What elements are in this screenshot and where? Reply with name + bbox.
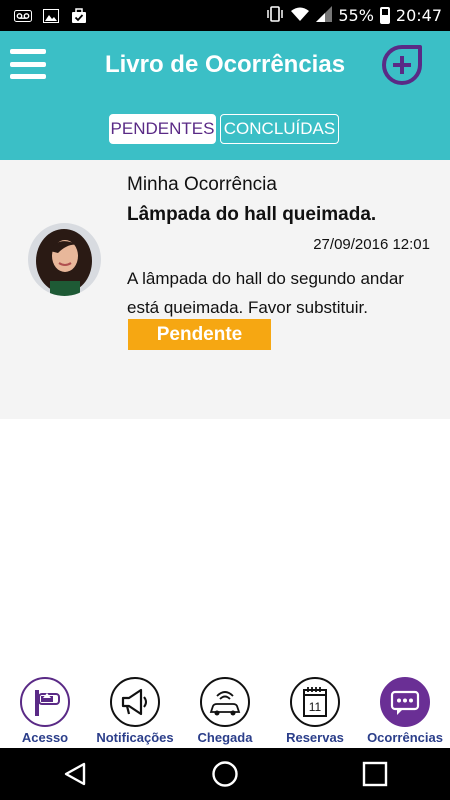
calendar-day: 11 [309,700,322,714]
nav-label-acesso: Acesso [21,730,69,745]
nav-item-reservas[interactable]: 11 Reservas [270,672,360,748]
nav-label-ocorrencias: Ocorrências [367,730,443,745]
app-header: Livro de Ocorrências PENDENTES CONCLUÍDA… [0,31,450,160]
nav-item-notificacoes[interactable]: Notificações [90,672,180,748]
occurrence-date: 27/09/2016 12:01 [313,236,430,253]
battery-icon [379,7,390,24]
add-circle-icon [382,45,422,85]
battery-percent: 55% [338,6,374,25]
back-icon[interactable] [55,754,95,794]
status-bar: 55% 20:47 [0,0,450,31]
calendar-icon: 11 [290,677,340,727]
megaphone-icon [110,677,160,727]
nav-label-chegada: Chegada [197,730,253,745]
signal-icon [316,5,333,26]
image-icon [42,8,60,24]
tab-concluidas[interactable]: CONCLUÍDAS [220,114,339,144]
nav-item-acesso[interactable]: Acesso [0,672,90,748]
voicemail-icon [14,8,32,24]
add-occurrence-button[interactable] [380,43,424,87]
tab-bar: PENDENTES CONCLUÍDAS [109,114,339,144]
status-badge: Pendente [128,319,271,350]
tab-pendentes[interactable]: PENDENTES [109,114,216,144]
occurrence-description: A lâmpada do hall do segundo andar está … [127,269,404,317]
chat-icon [380,677,430,727]
recents-icon[interactable] [355,754,395,794]
home-icon[interactable] [205,754,245,794]
nav-label-notificacoes: Notificações [96,730,174,745]
nav-item-chegada[interactable]: Chegada [180,672,270,748]
occurrence-card[interactable]: Minha Ocorrência Lâmpada do hall queimad… [0,160,450,419]
occurrence-title: Lâmpada do hall queimada. [127,204,377,225]
gate-icon [20,677,70,727]
nav-label-reservas: Reservas [286,730,344,745]
car-signal-icon [200,677,250,727]
briefcase-check-icon [70,7,88,24]
system-nav-bar [0,748,450,800]
bottom-nav: Acesso Notificações Chegada 11 Reservas … [0,672,450,748]
occurrence-kind: Minha Ocorrência [127,174,277,195]
clock: 20:47 [395,6,442,25]
vibrate-icon [266,5,284,26]
nav-item-ocorrencias[interactable]: Ocorrências [360,672,450,748]
avatar [28,223,101,296]
wifi-icon [290,6,310,26]
